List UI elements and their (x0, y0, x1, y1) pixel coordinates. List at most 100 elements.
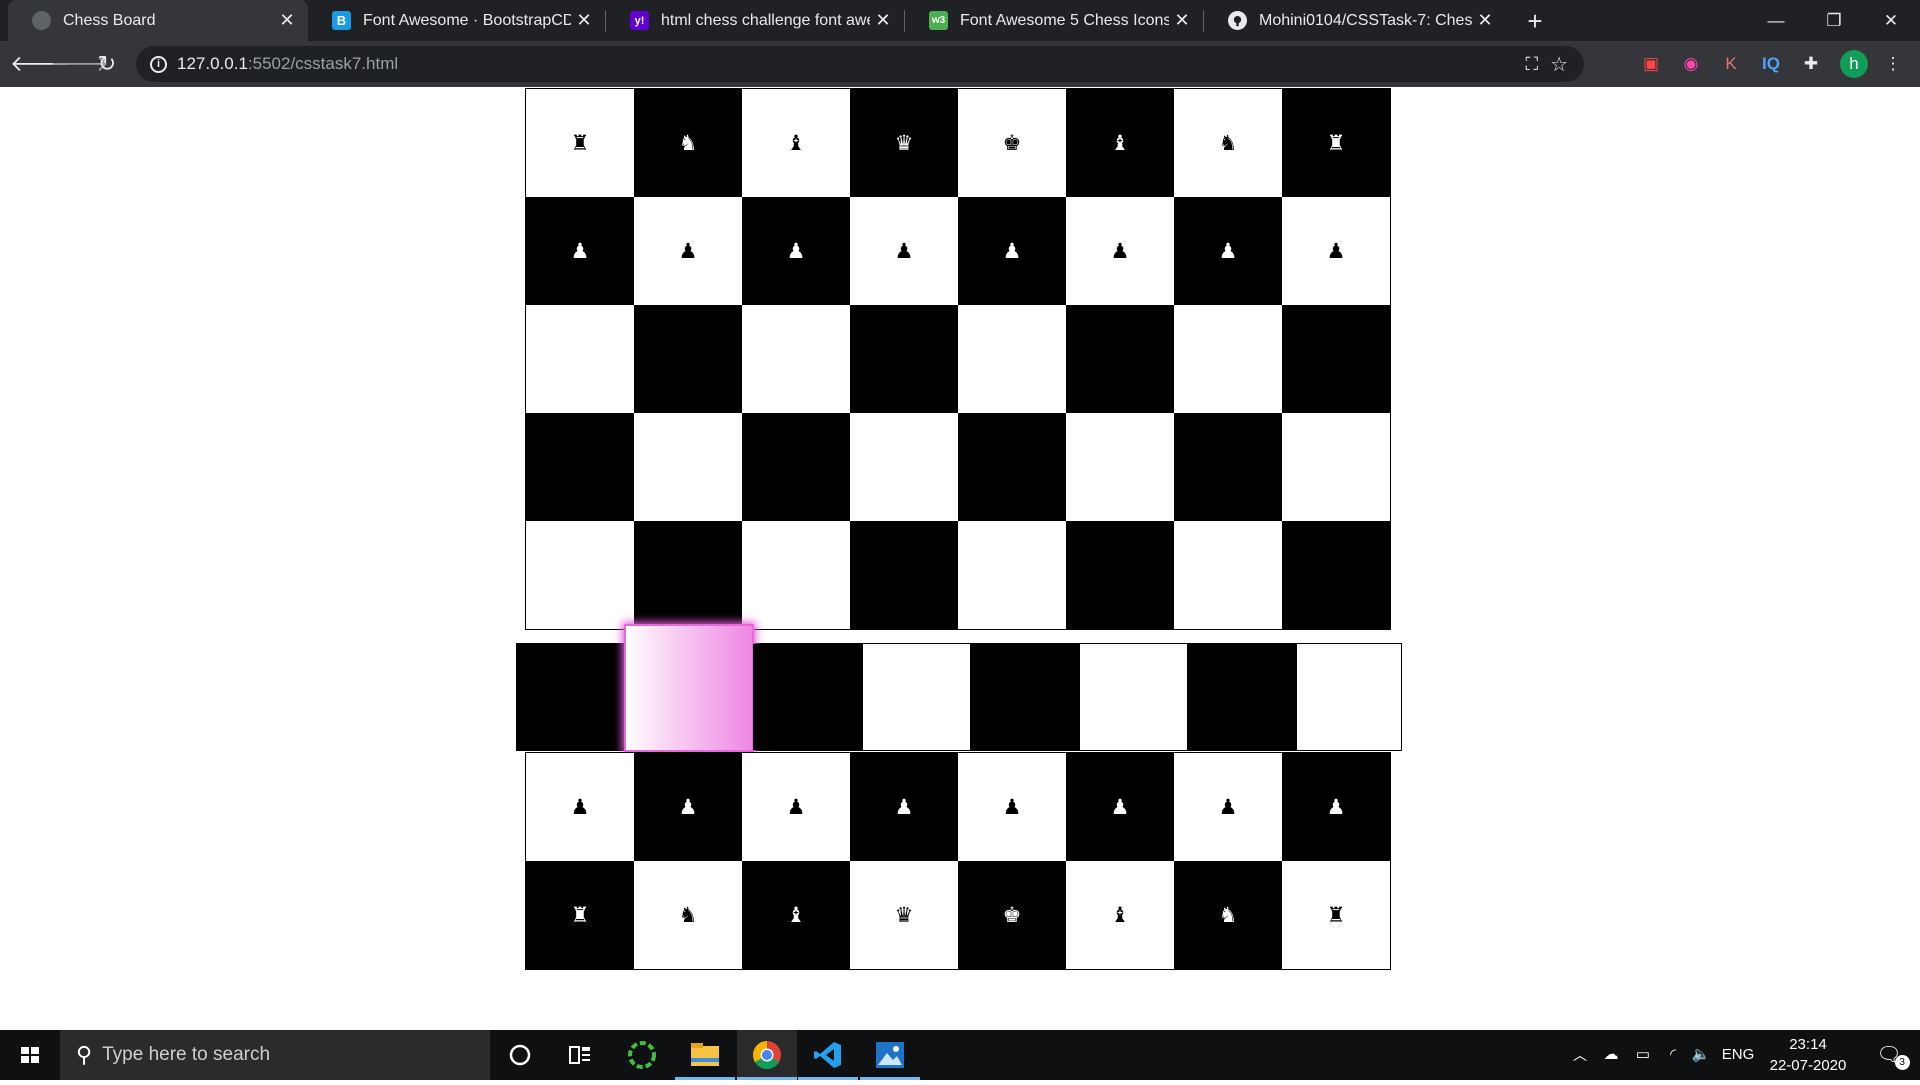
square-c1[interactable]: ♝ (742, 861, 850, 969)
square-d1[interactable]: ♛ (850, 861, 958, 969)
square-c5[interactable] (742, 413, 850, 521)
notifications-button[interactable]: 🗨 3 (1864, 1030, 1914, 1080)
square-a6[interactable] (526, 305, 634, 413)
square-h2[interactable]: ♟ (1282, 753, 1390, 861)
vscode-button[interactable] (798, 1030, 858, 1080)
show-hidden-icons-chevron[interactable]: ︿ (1568, 1030, 1592, 1080)
close-icon[interactable]: ✕ (870, 10, 896, 31)
extensions-puzzle-icon[interactable]: ✚ (1798, 51, 1824, 77)
square-d2[interactable]: ♟ (850, 753, 958, 861)
square-b6[interactable] (634, 305, 742, 413)
close-icon[interactable]: ✕ (1169, 10, 1195, 31)
square-b2[interactable]: ♟ (634, 753, 742, 861)
square-e2[interactable]: ♟ (958, 753, 1066, 861)
square-e8[interactable]: ♚ (958, 89, 1066, 197)
square-f5[interactable] (1066, 413, 1174, 521)
square-e5[interactable] (958, 413, 1066, 521)
square-h5[interactable] (1282, 413, 1390, 521)
tab-bootstrapcdn[interactable]: B Font Awesome · BootstrapCDN b ✕ (308, 0, 605, 41)
square-f7[interactable]: ♟ (1066, 197, 1174, 305)
square-b4[interactable] (634, 521, 742, 629)
square-f6[interactable] (1066, 305, 1174, 413)
close-icon[interactable]: ✕ (571, 10, 597, 31)
square-c6[interactable] (742, 305, 850, 413)
onedrive-cloud-icon[interactable]: ☁ (1598, 1030, 1624, 1080)
square-g3[interactable] (1187, 644, 1297, 750)
square-h3[interactable] (1297, 644, 1401, 750)
square-a7[interactable]: ♟ (526, 197, 634, 305)
pocket-extension-icon[interactable]: ▣ (1638, 51, 1664, 77)
info-icon[interactable]: i (150, 55, 167, 73)
square-a2[interactable]: ♟ (526, 753, 634, 861)
wifi-icon[interactable]: ◜ (1660, 1030, 1686, 1080)
close-icon[interactable]: ✕ (274, 10, 300, 31)
taskbar-search-box[interactable]: ⚲ Type here to search (60, 1030, 490, 1080)
square-a8[interactable]: ♜ (526, 89, 634, 197)
square-e7[interactable]: ♟ (958, 197, 1066, 305)
square-c2[interactable]: ♟ (742, 753, 850, 861)
square-e3[interactable] (970, 644, 1080, 750)
square-c7[interactable]: ♟ (742, 197, 850, 305)
square-g2[interactable]: ♟ (1174, 753, 1282, 861)
square-h1[interactable]: ♜ (1282, 861, 1390, 969)
square-d5[interactable] (850, 413, 958, 521)
square-g1[interactable]: ♞ (1174, 861, 1282, 969)
square-c8[interactable]: ♝ (742, 89, 850, 197)
file-explorer-button[interactable] (675, 1030, 735, 1080)
profile-avatar[interactable]: h (1840, 50, 1868, 78)
square-b1[interactable]: ♞ (634, 861, 742, 969)
square-a3[interactable] (517, 644, 624, 750)
square-f1[interactable]: ♝ (1066, 861, 1174, 969)
extension-icon[interactable]: ◉ (1678, 51, 1704, 77)
square-f3[interactable] (1080, 644, 1187, 750)
square-g5[interactable] (1174, 413, 1282, 521)
tab-chess-board[interactable]: Chess Board ✕ (8, 0, 308, 41)
menu-kebab-icon[interactable]: ⋮ (1880, 51, 1906, 77)
tab-github[interactable]: Mohini0104/CSSTask-7: Chess Bo ✕ (1204, 0, 1506, 41)
tab-yahoo-search[interactable]: y! html chess challenge font aweso ✕ (606, 0, 904, 41)
square-f8[interactable]: ♝ (1066, 89, 1174, 197)
close-window-button[interactable]: ✕ (1862, 0, 1920, 41)
square-f4[interactable] (1066, 521, 1174, 629)
square-b5[interactable] (634, 413, 742, 521)
language-indicator[interactable]: ENG (1718, 1030, 1758, 1080)
restore-button[interactable]: ❐ (1805, 0, 1863, 41)
square-b7[interactable]: ♟ (634, 197, 742, 305)
square-f2[interactable]: ♟ (1066, 753, 1174, 861)
square-g7[interactable]: ♟ (1174, 197, 1282, 305)
taskbar-app-spinner[interactable] (612, 1030, 672, 1080)
new-tab-button[interactable]: + (1519, 5, 1551, 37)
square-h8[interactable]: ♜ (1282, 89, 1390, 197)
forward-button[interactable]: 🡒 (50, 47, 109, 81)
square-c3[interactable] (753, 644, 863, 750)
volume-icon[interactable]: 🔈 (1688, 1030, 1714, 1080)
chrome-button[interactable] (737, 1030, 797, 1080)
close-icon[interactable]: ✕ (1472, 10, 1498, 31)
square-a5[interactable] (526, 413, 634, 521)
square-a4[interactable] (526, 521, 634, 629)
back-button[interactable]: 🡐 (10, 47, 69, 81)
square-d6[interactable] (850, 305, 958, 413)
square-h4[interactable] (1282, 521, 1390, 629)
reload-button[interactable]: ↻ (90, 47, 124, 81)
square-d8[interactable]: ♛ (850, 89, 958, 197)
system-clock[interactable]: 23:14 22-07-2020 (1758, 1034, 1858, 1076)
square-d3[interactable] (863, 644, 970, 750)
square-e6[interactable] (958, 305, 1066, 413)
bookmark-star-icon[interactable]: ☆ (1550, 52, 1568, 77)
square-h7[interactable]: ♟ (1282, 197, 1390, 305)
square-b8[interactable]: ♞ (634, 89, 742, 197)
battery-icon[interactable]: ▭ (1630, 1030, 1656, 1080)
square-g6[interactable] (1174, 305, 1282, 413)
k-extension-icon[interactable]: K (1718, 51, 1744, 77)
square-e1[interactable]: ♚ (958, 861, 1066, 969)
square-d7[interactable]: ♟ (850, 197, 958, 305)
square-c4[interactable] (742, 521, 850, 629)
photos-button[interactable] (860, 1030, 920, 1080)
translate-icon[interactable]: ⛶ (1525, 54, 1538, 75)
square-g4[interactable] (1174, 521, 1282, 629)
address-bar[interactable]: i 127.0.0.1:5502/csstask7.html ⛶ ☆ (136, 46, 1584, 82)
square-g8[interactable]: ♞ (1174, 89, 1282, 197)
minimize-button[interactable]: — (1747, 0, 1805, 41)
square-h6[interactable] (1282, 305, 1390, 413)
